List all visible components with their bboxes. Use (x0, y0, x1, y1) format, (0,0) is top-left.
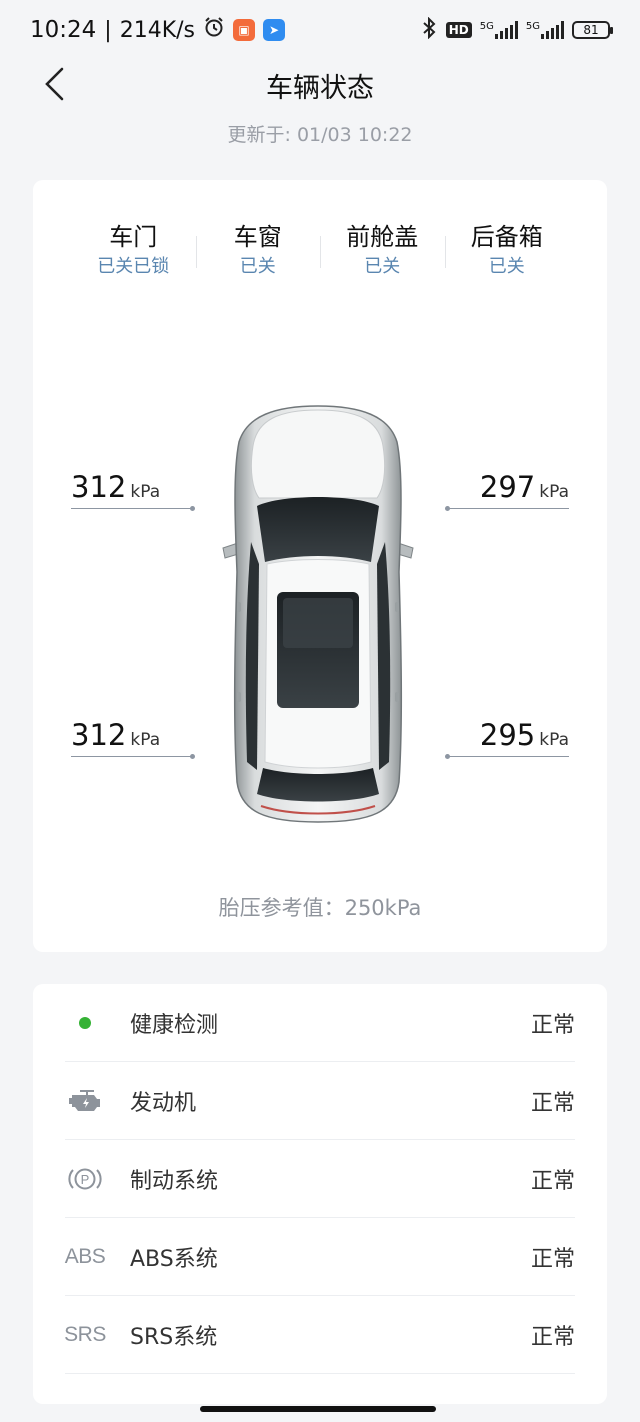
health-value: 正常 (530, 1168, 575, 1194)
bird-app-icon: ➤ (263, 19, 286, 41)
status-trunk: 后备箱 已关 (444, 220, 570, 280)
hd-icon: HD (445, 22, 472, 38)
srs-icon: SRS (64, 1322, 106, 1346)
status-name: 前舱盖 (346, 223, 419, 251)
health-row-abs[interactable]: ABS ABS系统 正常 (65, 1218, 575, 1296)
shopping-app-icon: ▣ (233, 19, 256, 41)
clock: 10:24 (30, 17, 97, 43)
tire-front-left: 312 kPa (71, 470, 195, 511)
status-bar-left: 10:24 | 214K/s ▣ ➤ (30, 16, 286, 44)
engine-icon (65, 1089, 105, 1113)
alarm-icon (203, 16, 225, 44)
status-name: 车门 (109, 223, 158, 251)
closure-status-row: 车门 已关已锁 车窗 已关 前舱盖 已关 后备箱 已关 (33, 220, 607, 280)
status-hood: 前舱盖 已关 (320, 220, 445, 280)
health-label: ABS系统 (130, 1246, 218, 1272)
tire-pressure-unit: kPa (130, 730, 161, 750)
bluetooth-icon (420, 16, 438, 43)
tire-pressure-value: 312 (71, 718, 127, 752)
divider: | (104, 17, 112, 43)
status-bar-right: HD 5G 5G 81 (420, 16, 613, 43)
health-row-brake[interactable]: P 制动系统 正常 (65, 1140, 575, 1218)
signal-1-icon: 5G (480, 21, 518, 39)
health-row-overall[interactable]: 健康检测 正常 (65, 984, 575, 1062)
health-label: SRS系统 (130, 1324, 218, 1350)
status-doors: 车门 已关已锁 (71, 220, 196, 280)
tire-leader-line (445, 506, 569, 511)
status-bar: 10:24 | 214K/s ▣ ➤ HD 5G 5G 81 (0, 0, 640, 60)
tire-pressure-unit: kPa (130, 482, 161, 502)
vehicle-status-card: 车门 已关已锁 车窗 已关 前舱盖 已关 后备箱 已关 312 kPa 297 kP… (33, 180, 607, 952)
health-label: 发动机 (130, 1090, 197, 1116)
status-value: 已关 (239, 256, 276, 277)
page-title: 车辆状态 (266, 73, 374, 104)
status-value: 已关 (364, 256, 401, 277)
health-row-engine[interactable]: 发动机 正常 (65, 1062, 575, 1140)
status-name: 车窗 (233, 223, 282, 251)
status-value: 已关 (488, 256, 525, 277)
health-value: 正常 (530, 1324, 575, 1350)
status-value: 已关已锁 (97, 256, 170, 277)
car-top-view-image (222, 405, 414, 823)
tire-front-right: 297 kPa (445, 470, 569, 511)
tire-leader-line (445, 754, 569, 759)
health-value: 正常 (530, 1012, 575, 1038)
update-time: 更新于: 01/03 10:22 (227, 124, 413, 146)
green-dot-icon (65, 1016, 105, 1029)
tire-pressure-value: 295 (479, 718, 536, 752)
network-speed: 214K/s (119, 17, 196, 43)
health-label: 制动系统 (130, 1168, 219, 1194)
status-name: 后备箱 (470, 223, 543, 251)
tire-pressure-reference: 胎压参考值：250kPa (218, 896, 422, 920)
header: 车辆状态 (0, 60, 640, 110)
status-windows: 车窗 已关 (195, 220, 321, 280)
tire-pressure-value: 312 (71, 470, 127, 504)
parking-brake-icon: P (65, 1165, 105, 1193)
health-value: 正常 (530, 1090, 575, 1116)
health-check-card: 健康检测 正常 发动机 正常 P 制动系统 正常 ABS ABS系统 正常 SR… (33, 984, 607, 1404)
signal-2-icon: 5G (526, 21, 564, 39)
battery-icon: 81 (572, 21, 613, 39)
tire-rear-right: 295 kPa (445, 718, 569, 759)
health-row-srs[interactable]: SRS SRS系统 正常 (64, 1296, 575, 1374)
abs-icon: ABS (64, 1244, 106, 1268)
health-label: 健康检测 (130, 1012, 219, 1038)
health-value: 正常 (530, 1246, 575, 1272)
tire-leader-line (71, 506, 195, 511)
tire-leader-line (71, 754, 195, 759)
tire-rear-left: 312 kPa (71, 718, 195, 759)
home-indicator[interactable] (200, 1406, 436, 1412)
tire-pressure-value: 297 (479, 470, 536, 504)
svg-text:P: P (81, 1172, 90, 1187)
tire-pressure-unit: kPa (539, 482, 569, 502)
tire-pressure-unit: kPa (539, 730, 569, 750)
